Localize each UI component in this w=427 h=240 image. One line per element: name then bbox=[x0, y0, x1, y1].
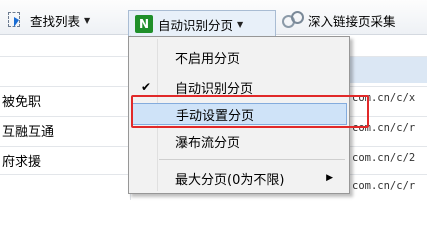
auto-paging-label: 自动识别分页 bbox=[158, 17, 234, 33]
menu-item-disable-paging[interactable]: 不启用分页 bbox=[131, 46, 347, 68]
menu-item-max-pages[interactable]: 最大分页(0为不限) ▶ bbox=[131, 167, 347, 189]
menu-item-label: 不启用分页 bbox=[175, 51, 241, 67]
table-cell: 被免职 bbox=[2, 95, 42, 110]
menu-item-label: 瀑布流分页 bbox=[175, 135, 241, 151]
find-list-button[interactable]: 查找列表 ▼ bbox=[0, 9, 90, 31]
menu-item-label: 自动识别分页 bbox=[175, 81, 254, 97]
highlight-annotation-box bbox=[131, 95, 369, 128]
next-page-icon: N bbox=[135, 15, 153, 33]
chevron-down-icon: ▼ bbox=[237, 19, 244, 29]
chevron-down-icon: ▼ bbox=[84, 15, 91, 25]
select-element-icon bbox=[0, 12, 26, 28]
table-cell: 互融互通 bbox=[2, 125, 55, 140]
menu-separator bbox=[159, 159, 345, 160]
table-cell-url: com.cn/c/2 bbox=[352, 152, 416, 164]
check-icon: ✔ bbox=[141, 80, 152, 94]
menu-item-waterfall-paging[interactable]: 瀑布流分页 bbox=[131, 130, 347, 152]
menu-item-label: 最大分页(0为不限) bbox=[175, 172, 285, 188]
table-cell: 府求援 bbox=[2, 155, 42, 170]
deep-link-collect-button[interactable]: 深入链接页采集 bbox=[282, 9, 396, 31]
table-cell-url: com.cn/c/r bbox=[352, 180, 416, 192]
deep-link-label: 深入链接页采集 bbox=[308, 13, 396, 29]
submenu-arrow-icon: ▶ bbox=[326, 173, 333, 183]
link-icon bbox=[282, 10, 304, 30]
find-list-label: 查找列表 bbox=[30, 13, 81, 29]
toolbar: 查找列表 ▼ N 自动识别分页 ▼ 深入链接页采集 bbox=[0, 0, 427, 37]
auto-paging-button[interactable]: N 自动识别分页 ▼ bbox=[128, 10, 276, 37]
